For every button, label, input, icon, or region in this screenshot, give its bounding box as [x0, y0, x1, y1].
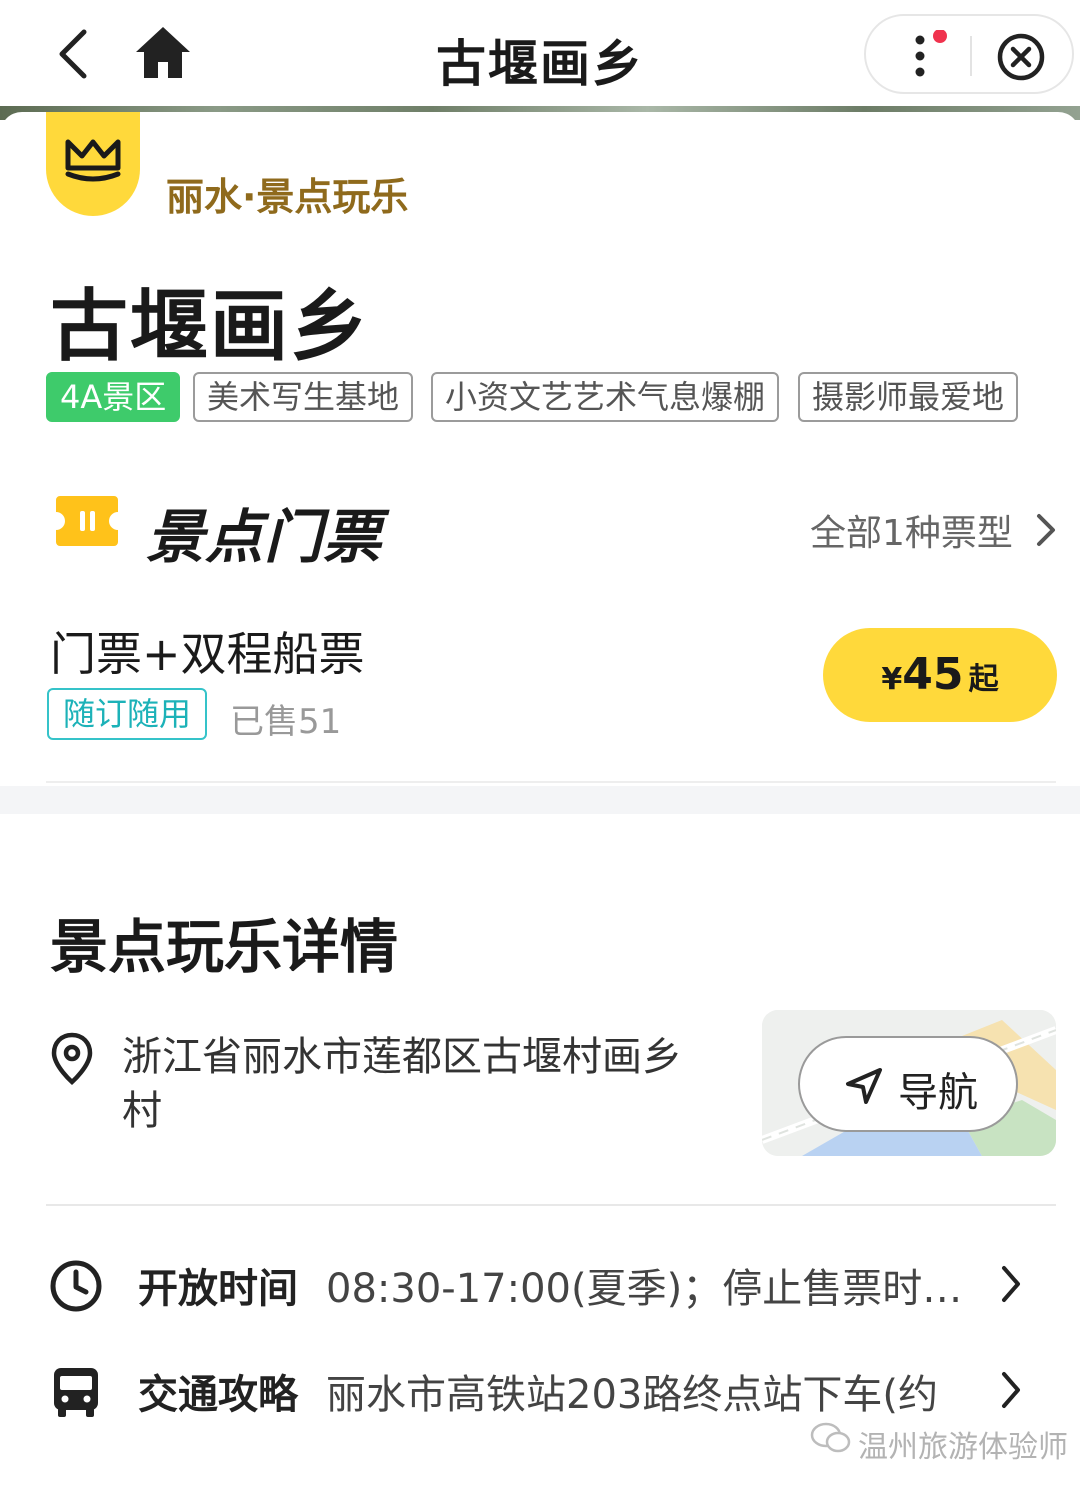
- clock-icon: [50, 1260, 102, 1312]
- price-value: 45: [902, 649, 964, 700]
- bus-icon: [54, 1368, 98, 1417]
- navigation-arrow-icon: [846, 1068, 882, 1104]
- wechat-logo-icon: [810, 1422, 851, 1453]
- transport-guide-label: 交通攻略: [138, 1372, 298, 1418]
- section-gap: [0, 786, 1080, 814]
- details-section-title: 景点玩乐详情: [50, 913, 399, 981]
- instant-use-badge: 随订随用: [47, 688, 207, 740]
- capsule-divider: [970, 36, 972, 76]
- book-price-button[interactable]: ¥45 起: [823, 628, 1057, 722]
- chevron-right-icon[interactable]: [1030, 510, 1060, 550]
- all-ticket-types-link[interactable]: 全部1种票型: [810, 504, 1013, 556]
- tag-feature: 小资文艺艺术气息爆棚: [431, 372, 780, 422]
- ticket-section-title: 景点门票: [146, 503, 383, 571]
- ticket-icon: [56, 496, 118, 546]
- transport-guide-row[interactable]: 交通攻略 丽水市高铁站203路终点站下车(约: [0, 1348, 1080, 1428]
- divider: [46, 1204, 1056, 1206]
- divider: [46, 781, 1056, 783]
- navigate-button-label: 导航: [898, 1070, 978, 1116]
- city-category-label[interactable]: 丽水·景点玩乐: [166, 166, 408, 221]
- opening-hours-row[interactable]: 开放时间 08:30-17:00(夏季)；停止售票时间：16:30: [0, 1242, 1080, 1322]
- opening-hours-value: 08:30-17:00(夏季)；停止售票时间：16:30: [326, 1266, 976, 1312]
- transport-guide-value: 丽水市高铁站203路终点站下车(约: [326, 1372, 938, 1418]
- wechat-watermark: 温州旅游体验师: [810, 1420, 1068, 1465]
- close-icon[interactable]: [996, 32, 1046, 82]
- brand-logo: [46, 112, 140, 216]
- chevron-right-icon: [1002, 1372, 1020, 1408]
- top-nav-bar: 古堰画乡: [0, 0, 1080, 108]
- watermark-text: 温州旅游体验师: [858, 1430, 1068, 1465]
- navigate-button[interactable]: 导航: [798, 1036, 1018, 1132]
- price-suffix: 起: [968, 662, 999, 697]
- ticket-product-name[interactable]: 门票+双程船票: [50, 618, 365, 684]
- currency-symbol: ¥: [881, 662, 903, 697]
- poi-name: 古堰画乡: [50, 282, 371, 372]
- location-pin-icon: [51, 1032, 93, 1086]
- tag-level: 4A景区: [46, 372, 181, 422]
- more-options-icon[interactable]: [906, 30, 956, 82]
- tag-feature: 美术写生基地: [193, 372, 414, 422]
- address-text[interactable]: 浙江省丽水市莲都区古堰村画乡村: [122, 1030, 682, 1138]
- mini-program-capsule: [864, 14, 1074, 94]
- tag-feature: 摄影师最爱地: [798, 372, 1019, 422]
- sold-count: 已售51: [230, 702, 342, 742]
- chevron-right-icon: [1002, 1266, 1020, 1302]
- opening-hours-label: 开放时间: [138, 1266, 298, 1312]
- crown-logo-icon: [65, 139, 121, 182]
